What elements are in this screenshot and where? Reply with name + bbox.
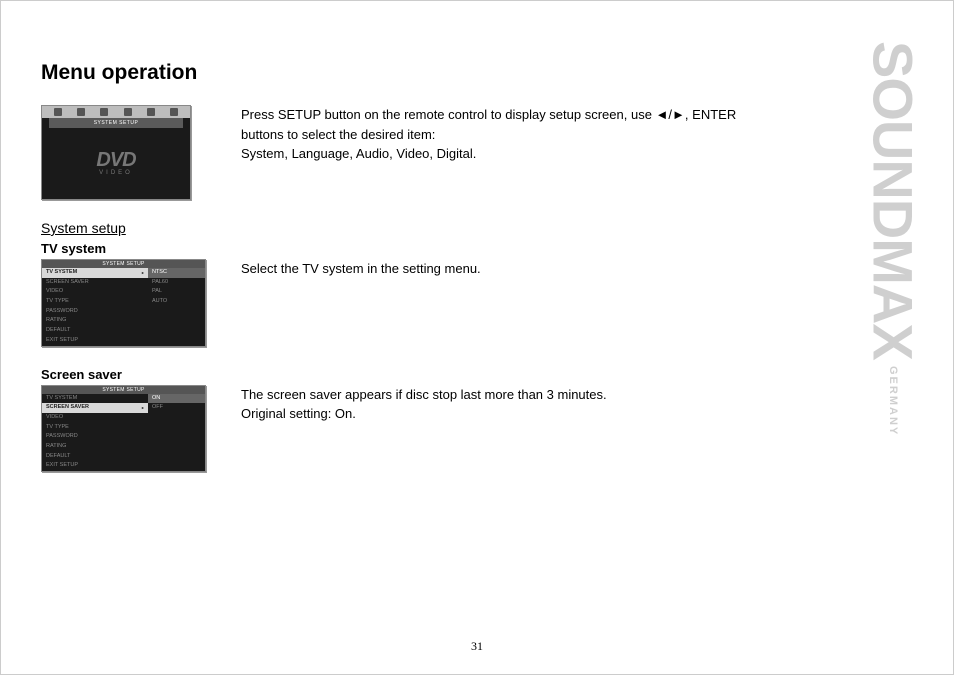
tv-system-heading: TV system [41, 241, 913, 256]
menu-item: TV SYSTEM [42, 394, 148, 404]
menu-item: DEFAULT [42, 452, 148, 462]
menu-item: EXIT SETUP [42, 461, 148, 471]
dvd-header: SYSTEM SETUP [49, 118, 182, 128]
menu-item: TV TYPE [42, 423, 148, 433]
menu-icon [77, 108, 85, 116]
menu-item: TV TYPE [42, 297, 148, 307]
system-setup-heading: System setup [41, 220, 913, 236]
menu-option: OFF [148, 403, 205, 413]
menu-item: VIDEO [42, 287, 148, 297]
menu-item: RATING [42, 316, 148, 326]
right-arrow-icon: ► [672, 107, 685, 122]
page-number: 31 [471, 639, 483, 654]
menu-icon [170, 108, 178, 116]
menu-header: SYSTEM SETUP [42, 386, 205, 394]
tv-system-menu-screenshot: SYSTEM SETUPTV SYSTEMSCREEN SAVERVIDEOTV… [41, 259, 206, 347]
menu-item: SCREEN SAVER [42, 278, 148, 288]
menu-item: SCREEN SAVER [42, 403, 148, 413]
page-title: Menu operation [41, 61, 913, 85]
menu-header: SYSTEM SETUP [42, 260, 205, 268]
tv-system-description: Select the TV system in the setting menu… [241, 259, 763, 279]
screen-saver-desc1: The screen saver appears if disc stop la… [241, 385, 763, 405]
brand-name: SOUNDMAX [861, 41, 926, 360]
dvd-logo-area: DVD VIDEO [96, 128, 135, 199]
intro-line2: System, Language, Audio, Video, Digital. [241, 144, 763, 164]
screen-saver-heading: Screen saver [41, 367, 913, 382]
menu-item: PASSWORD [42, 307, 148, 317]
menu-item: DEFAULT [42, 326, 148, 336]
screen-saver-desc2: Original setting: On. [241, 404, 763, 424]
brand-column: SOUNDMAX GERMANY [863, 41, 923, 634]
menu-option: ON [148, 394, 205, 404]
menu-item: EXIT SETUP [42, 336, 148, 346]
menu-icon [124, 108, 132, 116]
menu-item: RATING [42, 442, 148, 452]
menu-icon [147, 108, 155, 116]
dvd-icon-bar [42, 106, 190, 118]
dvd-setup-screenshot: SYSTEM SETUP DVD VIDEO [41, 105, 191, 200]
brand-subtitle: GERMANY [887, 366, 899, 436]
intro-text: Press SETUP button on the remote control… [241, 105, 763, 144]
menu-option: PAL [148, 287, 205, 297]
intro-line1-prefix: Press SETUP button on the remote control… [241, 107, 656, 122]
menu-item: TV SYSTEM [42, 268, 148, 278]
dvd-logo: DVD [96, 151, 135, 169]
menu-icon [100, 108, 108, 116]
screen-saver-menu-screenshot: SYSTEM SETUPTV SYSTEMSCREEN SAVERVIDEOTV… [41, 385, 206, 473]
menu-item: VIDEO [42, 413, 148, 423]
menu-option: NTSC [148, 268, 205, 278]
menu-icon [54, 108, 62, 116]
dvd-logo-subtitle: VIDEO [99, 170, 133, 176]
menu-item: PASSWORD [42, 432, 148, 442]
menu-option: AUTO [148, 297, 205, 307]
left-arrow-icon: ◄ [656, 107, 669, 122]
menu-option: PAL60 [148, 278, 205, 288]
